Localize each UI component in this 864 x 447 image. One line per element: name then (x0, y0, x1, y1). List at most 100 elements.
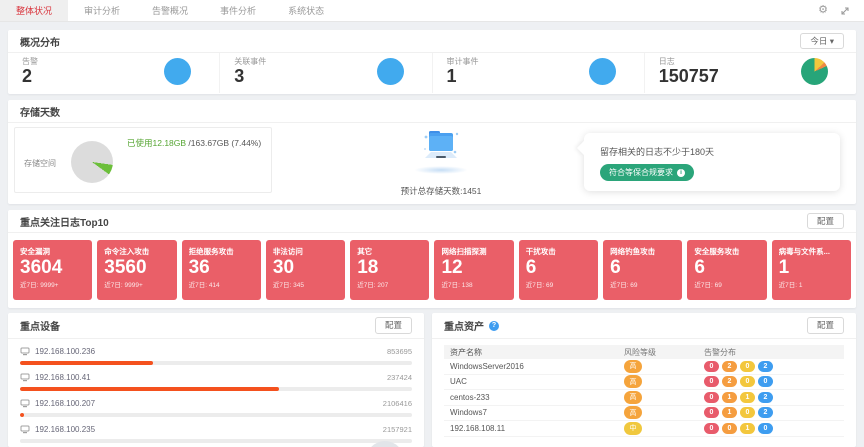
device-row[interactable]: 192.168.100.235 2157921 (20, 423, 412, 443)
alarm-count-badge: 1 (722, 407, 737, 418)
alert-recent-count: 近7日: 345 (273, 279, 338, 289)
alert-name: 安全服务攻击 (694, 246, 759, 257)
alarm-count-badge: 0 (740, 376, 755, 387)
nav-tab[interactable]: 事件分析 (204, 0, 272, 21)
device-ip: 192.168.100.41 (35, 373, 91, 382)
alert-recent-count: 近7日: 1 (779, 279, 844, 289)
top10-alert-card[interactable]: 拒绝服务攻击 36 近7日: 414 (182, 240, 261, 300)
fullscreen-expand-icon[interactable] (840, 6, 850, 16)
alert-name: 拒绝服务攻击 (189, 246, 254, 257)
alert-value: 30 (273, 257, 338, 279)
alert-recent-count: 近7日: 69 (610, 279, 675, 289)
alarm-count-badge: 2 (758, 361, 773, 372)
alarm-count-badge: 1 (740, 423, 755, 434)
device-bar-fill (20, 387, 279, 391)
assets-title: 重点资产 (444, 318, 484, 333)
compliance-status-label: 符合等保合规要求 (609, 167, 673, 178)
alert-value: 18 (357, 257, 422, 279)
device-icon (20, 399, 30, 408)
asset-row[interactable]: centos-233 高 0112 (444, 390, 844, 406)
top10-cards-row: 安全漏洞 3604 近7日: 9999+ 命令注入攻击 3560 近7日: 99… (8, 233, 856, 300)
alert-name: 非法访问 (273, 246, 338, 257)
alert-name: 网络扫描探测 (441, 246, 506, 257)
nav-tab[interactable]: 审计分析 (68, 0, 136, 21)
alarm-count-badge: 0 (704, 392, 719, 403)
top10-alert-card[interactable]: 干扰攻击 6 近7日: 69 (519, 240, 598, 300)
nav-tab[interactable]: 系统状态 (272, 0, 340, 21)
storage-space-label: 存储空间 (24, 158, 56, 169)
nav-tab[interactable]: 告警概况 (136, 0, 204, 21)
alarm-count-badge: 2 (722, 361, 737, 372)
device-row[interactable]: 192.168.100.207 2106416 (20, 397, 412, 417)
alert-name: 网络钓鱼攻击 (610, 246, 675, 257)
info-icon: i (677, 169, 685, 177)
settings-gear-icon[interactable]: ⚙ (818, 5, 828, 16)
top10-alert-card[interactable]: 网络扫描探测 12 近7日: 138 (434, 240, 513, 300)
asset-row[interactable]: 192.168.108.11 中 0010 (444, 421, 844, 437)
device-list: 192.168.100.236 853695 192.168.100.41 23… (8, 339, 424, 447)
key-assets-card: 重点资产 ? 配置 资产名称风险等级告警分布 WindowsServer2016… (432, 313, 856, 447)
alert-value: 1 (779, 257, 844, 279)
alarm-count-badge: 0 (740, 361, 755, 372)
compliance-bubble: 留存相关的日志不少于180天 符合等保合规要求 i (584, 133, 840, 191)
overview-title: 概况分布 (20, 34, 60, 49)
alarm-count-badge: 2 (722, 376, 737, 387)
alert-recent-count: 近7日: 9999+ (104, 279, 169, 289)
storage-usage-pie-chart (71, 141, 113, 183)
alert-value: 36 (189, 257, 254, 279)
overview-stats: 告警 2 关联事件 3 审计事件 1 日志 150757 (8, 53, 856, 93)
devices-title: 重点设备 (20, 318, 60, 333)
overview-card: 概况分布 今日 ▾ 告警 2 关联事件 3 审计事件 1 日志 150757 (8, 30, 856, 94)
storage-usage-text: 已使用12.18GB /163.67GB (7.44%) (127, 137, 261, 149)
top10-alert-card[interactable]: 病毒与文件系... 1 近7日: 1 (772, 240, 851, 300)
device-log-count: 2157921 (383, 425, 412, 434)
overview-stat: 告警 2 (8, 53, 220, 93)
devices-config-button[interactable]: 配置 (375, 317, 412, 333)
alert-value: 12 (441, 257, 506, 279)
asset-column-header: 告警分布 (704, 347, 844, 358)
alarm-count-badge: 0 (722, 423, 737, 434)
asset-name: centos-233 (444, 393, 624, 402)
device-icon (20, 373, 30, 382)
top10-config-button[interactable]: 配置 (807, 213, 844, 229)
overview-stat: 日志 150757 (645, 53, 856, 93)
top10-alert-card[interactable]: 安全漏洞 3604 近7日: 9999+ (13, 240, 92, 300)
alert-recent-count: 近7日: 138 (441, 279, 506, 289)
alarm-count-badge: 0 (704, 423, 719, 434)
period-dropdown[interactable]: 今日 ▾ (800, 33, 844, 49)
asset-row[interactable]: UAC 高 0200 (444, 375, 844, 391)
device-row[interactable]: 192.168.100.41 237424 (20, 371, 412, 391)
assets-config-button[interactable]: 配置 (807, 317, 844, 333)
folder-icon (419, 125, 463, 159)
device-row[interactable]: 192.168.100.236 853695 (20, 345, 412, 365)
asset-column-header: 资产名称 (444, 347, 624, 358)
asset-row[interactable]: Windows7 高 0102 (444, 406, 844, 422)
nav-tab[interactable]: 整体状况 (0, 0, 68, 21)
device-ip: 192.168.100.236 (35, 347, 95, 356)
risk-level-badge: 高 (624, 375, 642, 388)
alert-name: 病毒与文件系... (779, 246, 844, 257)
risk-level-badge: 高 (624, 360, 642, 373)
asset-row[interactable]: WindowsServer2016 高 0202 (444, 359, 844, 375)
top-tab-bar: 整体状况 审计分析 告警概况 事件分析 系统状态 ⚙ (0, 0, 864, 22)
folder-illustration (396, 125, 486, 174)
top10-logs-card: 重点关注日志Top10 配置 安全漏洞 3604 近7日: 9999+ 命令注入… (8, 210, 856, 308)
alert-name: 干扰攻击 (526, 246, 591, 257)
alert-name: 安全漏洞 (20, 246, 85, 257)
help-icon[interactable]: ? (489, 321, 499, 331)
top10-alert-card[interactable]: 其它 18 近7日: 207 (350, 240, 429, 300)
device-bar-track (20, 413, 412, 417)
top10-alert-card[interactable]: 网络钓鱼攻击 6 近7日: 69 (603, 240, 682, 300)
alert-name: 命令注入攻击 (104, 246, 169, 257)
alarm-count-badge: 0 (704, 376, 719, 387)
compliance-status-button[interactable]: 符合等保合规要求 i (600, 164, 694, 181)
storage-title: 存储天数 (20, 104, 60, 119)
device-bar-track (20, 387, 412, 391)
storage-total-value: /163.67GB (7.44%) (186, 138, 261, 148)
top10-alert-card[interactable]: 非法访问 30 近7日: 345 (266, 240, 345, 300)
top10-alert-card[interactable]: 安全服务攻击 6 近7日: 69 (687, 240, 766, 300)
alert-name: 其它 (357, 246, 422, 257)
top10-alert-card[interactable]: 命令注入攻击 3560 近7日: 9999+ (97, 240, 176, 300)
asset-column-header: 风险等级 (624, 347, 704, 358)
alarm-distribution: 0112 (704, 392, 844, 403)
